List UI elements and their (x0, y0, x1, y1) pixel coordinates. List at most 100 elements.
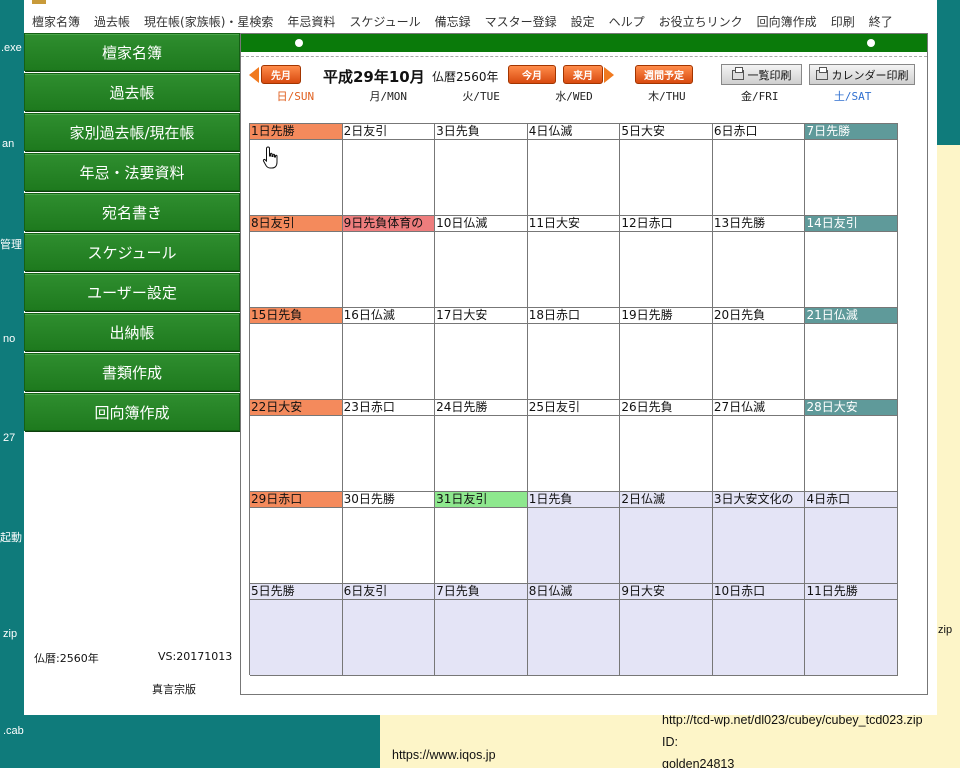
calendar-day-cell[interactable]: 24日先勝 (435, 400, 528, 492)
calendar-day-cell[interactable]: 16日仏滅 (342, 308, 436, 400)
calendar-day-cell[interactable]: 15日先負 (250, 308, 343, 400)
menu-item[interactable]: 年忌資料 (287, 13, 335, 30)
this-month-button[interactable]: 今月 (508, 65, 556, 84)
menu-item[interactable]: ヘルプ (609, 13, 645, 30)
calendar-day-label: 1日先負 (527, 492, 620, 508)
menu-item[interactable]: 過去帳 (94, 13, 130, 30)
calendar-day-cell[interactable]: 2日仏滅 (620, 492, 713, 584)
calendar-day-cell[interactable]: 5日大安 (620, 124, 713, 216)
sidebar-button-ekobo[interactable]: 回向簿作成 (24, 393, 240, 431)
calendar-day-cell[interactable]: 10日赤口 (712, 584, 806, 676)
weekly-schedule-button[interactable]: 週間予定 (635, 65, 693, 84)
sidebar-button-schedule[interactable]: スケジュール (24, 233, 240, 271)
era-label: 仏暦:2560年 (34, 652, 99, 665)
desktop-icon-label[interactable]: an (2, 138, 14, 150)
calendar-day-cell[interactable]: 29日赤口 (250, 492, 343, 584)
sidebar-button-nenki[interactable]: 年忌・法要資料 (24, 153, 240, 191)
calendar-day-label: 16日仏滅 (342, 308, 435, 324)
calendar-day-cell[interactable]: 8日友引 (250, 216, 343, 308)
menu-item[interactable]: 回向簿作成 (757, 13, 817, 30)
desktop-icon-label[interactable]: 27 (3, 432, 15, 444)
calendar-day-cell[interactable]: 3日大安文化の (712, 492, 806, 584)
calendar-day-cell[interactable]: 20日先負 (712, 308, 806, 400)
menu-item[interactable]: 設定 (571, 13, 595, 30)
sidebar-button-family-kakocho[interactable]: 家別過去帳/現在帳 (24, 113, 240, 151)
calendar-day-label: 9日先負体育の (342, 216, 435, 232)
calendar-nav: 先月 平成29年10月 仏暦2560年 今月 来月 週間予定 一覧印刷 カレンダ… (249, 64, 919, 86)
calendar-day-cell[interactable]: 11日先勝 (805, 584, 899, 676)
calendar-day-cell[interactable]: 27日仏滅 (712, 400, 806, 492)
calendar-day-cell[interactable]: 1日先負 (527, 492, 621, 584)
calendar-day-cell[interactable]: 19日先勝 (620, 308, 713, 400)
desktop-icon-label[interactable]: no (3, 333, 15, 345)
sidebar-button-documents[interactable]: 書類作成 (24, 353, 240, 391)
prev-month-button[interactable]: 先月 (261, 65, 301, 84)
calendar-day-cell[interactable]: 5日先勝 (250, 584, 343, 676)
calendar-day-cell[interactable]: 6日友引 (342, 584, 436, 676)
calendar-day-cell[interactable]: 28日大安 (805, 400, 899, 492)
calendar-day-cell[interactable]: 3日先負 (435, 124, 528, 216)
desktop-icon-label[interactable]: 起動 (0, 529, 22, 545)
sidebar-button-user-settings[interactable]: ユーザー設定 (24, 273, 240, 311)
menu-item[interactable]: 備忘録 (435, 13, 471, 30)
calendar-day-cell[interactable]: 31日友引 (435, 492, 528, 584)
calendar-week-row: 5日先勝 6日友引 7日先負 8日仏滅 9日大安 10日赤口 11日先勝 (250, 584, 899, 676)
desktop-icon-label[interactable]: .cab (3, 725, 24, 737)
arrow-right-icon[interactable] (604, 67, 614, 83)
desktop-icon-label[interactable]: zip (938, 624, 952, 636)
calendar-day-label: 1日先勝 (250, 124, 342, 140)
desktop-background-right (937, 0, 960, 145)
calendar-day-cell[interactable]: 2日友引 (342, 124, 436, 216)
desktop-icon-label[interactable]: .exe (1, 42, 22, 54)
calendar-day-cell[interactable]: 8日仏滅 (527, 584, 621, 676)
calendar-day-cell[interactable]: 23日赤口 (342, 400, 436, 492)
next-month-button[interactable]: 来月 (563, 65, 603, 84)
calendar-day-cell[interactable]: 4日赤口 (805, 492, 899, 584)
calendar-day-cell[interactable]: 14日友引 (805, 216, 899, 308)
calendar-day-label: 19日先勝 (620, 308, 712, 324)
menu-item[interactable]: 現在帳(家族帳)・星検索 (144, 13, 273, 30)
menu-item[interactable]: 終了 (869, 13, 893, 30)
calendar-day-cell[interactable]: 9日先負体育の (342, 216, 436, 308)
menu-item[interactable]: お役立ちリンク (659, 13, 743, 30)
calendar-day-cell[interactable]: 11日大安 (527, 216, 621, 308)
calendar-day-label: 27日仏滅 (712, 400, 805, 416)
calendar-day-label: 18日赤口 (527, 308, 620, 324)
calendar-day-cell[interactable]: 12日赤口 (620, 216, 713, 308)
calendar-day-cell[interactable]: 26日先負 (620, 400, 713, 492)
menu-item[interactable]: 印刷 (831, 13, 855, 30)
calendar-day-cell[interactable]: 25日友引 (527, 400, 621, 492)
menu-item[interactable]: 檀家名簿 (32, 13, 80, 30)
arrow-left-icon[interactable] (249, 67, 259, 83)
calendar-day-cell[interactable]: 18日赤口 (527, 308, 621, 400)
desktop-icon-label[interactable]: zip (3, 628, 17, 640)
menu-item[interactable]: スケジュール (349, 13, 420, 30)
calendar-day-label: 8日仏滅 (527, 584, 620, 600)
calendar-day-cell[interactable]: 22日大安 (250, 400, 343, 492)
sidebar-button-address[interactable]: 宛名書き (24, 193, 240, 231)
calendar-day-cell[interactable]: 30日先勝 (342, 492, 436, 584)
note-url-line: http://tcd-wp.net/dl023/cubey/cubey_tcd0… (662, 713, 923, 727)
calendar-day-cell[interactable]: 7日先勝 (805, 124, 899, 216)
calendar-day-cell[interactable]: 6日赤口 (712, 124, 806, 216)
hand-pointer-icon (262, 146, 278, 169)
calendar-day-cell[interactable]: 7日先負 (435, 584, 528, 676)
list-print-button[interactable]: 一覧印刷 (721, 64, 802, 85)
calendar-print-button[interactable]: カレンダー印刷 (809, 64, 915, 85)
sidebar-button-kakocho[interactable]: 過去帳 (24, 73, 240, 111)
calendar-day-cell[interactable]: 4日仏滅 (527, 124, 621, 216)
weekday-label: 金/FRI (740, 90, 779, 103)
calendar-day-cell[interactable]: 21日仏滅 (805, 308, 899, 400)
calendar-day-label: 12日赤口 (620, 216, 712, 232)
calendar-day-cell[interactable]: 13日先勝 (712, 216, 806, 308)
calendar-day-cell[interactable]: 1日先勝 (250, 124, 343, 216)
sidebar-button-ledger[interactable]: 出納帳 (24, 313, 240, 351)
menu-item[interactable]: マスター登録 (485, 13, 557, 30)
desktop-icon-label[interactable]: 管理 (0, 236, 22, 252)
calendar-day-cell[interactable]: 9日大安 (620, 584, 713, 676)
calendar-day-cell[interactable]: 10日仏滅 (435, 216, 528, 308)
calendar-day-label: 2日仏滅 (620, 492, 712, 508)
calendar-day-cell[interactable]: 17日大安 (435, 308, 528, 400)
sticky-note-right (937, 145, 960, 768)
sidebar-button-danka[interactable]: 檀家名簿 (24, 33, 240, 71)
